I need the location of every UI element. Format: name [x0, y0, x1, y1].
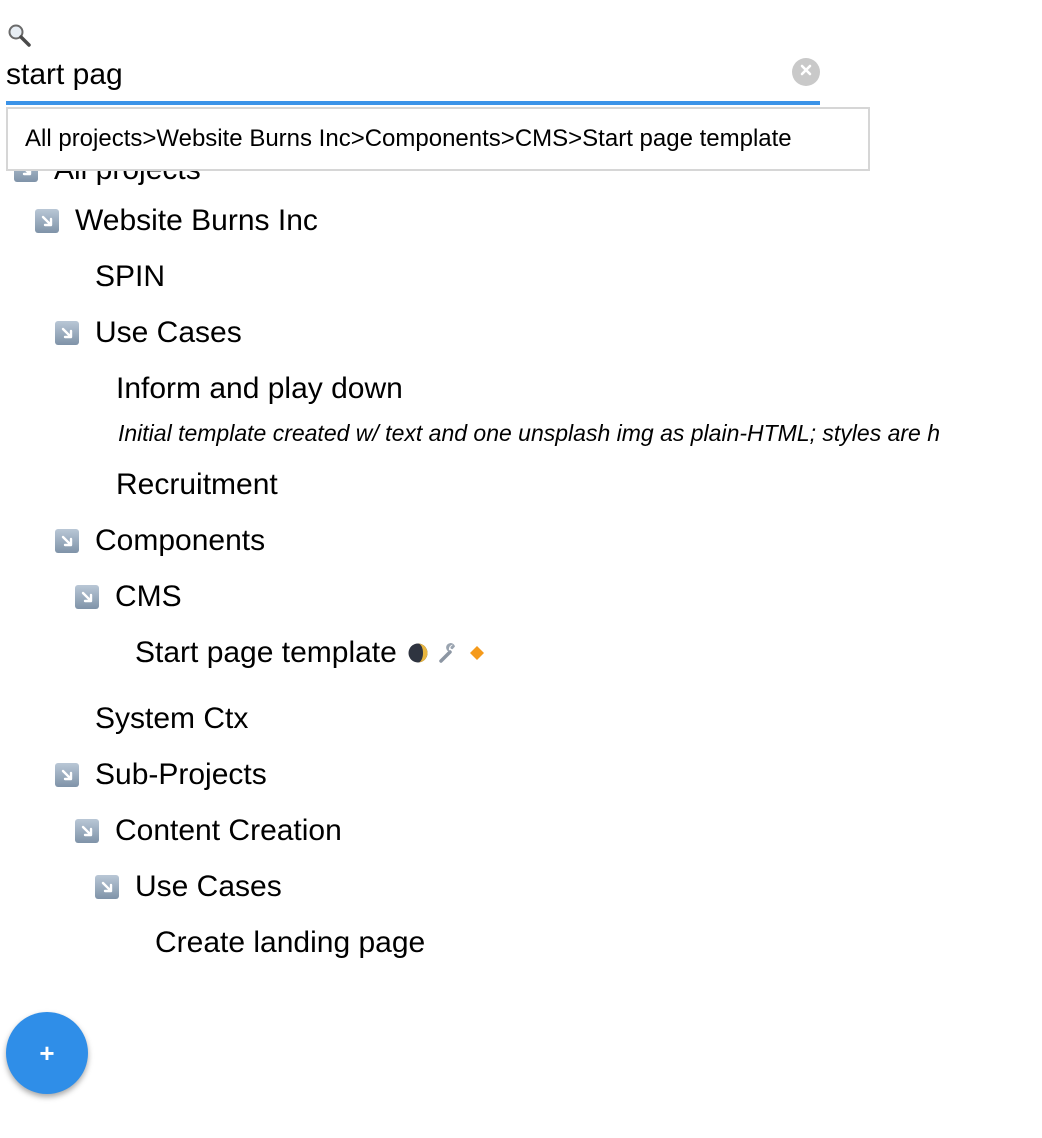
tree-item-sub-projects[interactable]: Sub-Projects	[55, 755, 267, 795]
expand-toggle-icon[interactable]	[55, 763, 79, 787]
tree-item-label: Recruitment	[116, 468, 278, 501]
suggestion-separator: >	[350, 125, 365, 152]
clear-icon	[799, 63, 813, 82]
search-input[interactable]	[6, 48, 820, 102]
tree-item-label: Start page template	[135, 636, 397, 669]
suggestion-crumb: All projects	[25, 125, 143, 152]
tree-item-label: Create landing page	[155, 926, 426, 959]
expand-toggle-icon[interactable]	[55, 529, 79, 553]
tree-item-website-burns-inc[interactable]: Website Burns Inc	[35, 201, 318, 241]
suggestion-crumb: CMS	[514, 125, 569, 152]
clear-search-button[interactable]	[792, 58, 820, 86]
expand-toggle-icon[interactable]	[35, 209, 59, 233]
add-button[interactable]: +	[6, 1012, 88, 1094]
tree-item-label: Use Cases	[95, 316, 242, 349]
tree-item-note: Initial template created w/ text and one…	[118, 420, 941, 446]
tree-item-label: SPIN	[95, 260, 166, 293]
search-suggestion[interactable]: All projects > Website Burns Inc > Component…	[6, 107, 870, 171]
tree-item-create-landing-page[interactable]: Create landing page	[155, 923, 425, 963]
expand-toggle-icon[interactable]	[75, 585, 99, 609]
tree-item-spin[interactable]: SPIN	[95, 257, 165, 297]
expand-toggle-icon[interactable]	[55, 321, 79, 345]
suggestion-crumb: Start page template	[582, 125, 792, 152]
suggestion-separator: >	[500, 125, 515, 152]
tree-item-use-cases[interactable]: Use Cases	[55, 313, 242, 353]
tree-item-system-ctx[interactable]: System Ctx	[95, 699, 248, 739]
tree-item-components[interactable]: Components	[55, 521, 265, 561]
suggestion-crumb: Website Burns Inc	[156, 125, 351, 152]
wrench-icon	[437, 642, 459, 664]
tree-item-label: Use Cases	[135, 870, 282, 903]
project-tree-page: All projects>Website Burns Inc>Component…	[0, 0, 1042, 1138]
tree-item-recruitment[interactable]: Recruitment	[116, 465, 278, 505]
tree-item-label: Content Creation	[115, 814, 342, 847]
tree-item-cms[interactable]: CMS	[75, 577, 182, 617]
tree-item-label: Inform and play down	[116, 372, 403, 405]
tree-item-inform-and-play-down[interactable]: Inform and play down	[116, 369, 403, 409]
tree-item-start-page-template[interactable]: Start page template	[135, 633, 495, 673]
status-badges	[407, 642, 495, 664]
search-underline	[6, 101, 820, 105]
tree-item-content-creation[interactable]: Content Creation	[75, 811, 342, 851]
moon-icon	[407, 642, 429, 664]
tree-item-label: System Ctx	[95, 702, 249, 735]
suggestion-separator: >	[568, 125, 583, 152]
diamond-icon	[467, 643, 487, 663]
tree-item-label: CMS	[115, 580, 182, 613]
expand-toggle-icon[interactable]	[75, 819, 99, 843]
plus-icon: +	[39, 1037, 55, 1068]
suggestion-crumb: Components	[364, 125, 501, 152]
tree-item-label: Website Burns Inc	[75, 204, 318, 237]
magnifier-icon	[6, 22, 32, 48]
tree-item-label: Components	[95, 524, 266, 557]
tree-item-label: Sub-Projects	[95, 758, 267, 791]
tree-item-use-cases-sub[interactable]: Use Cases	[95, 867, 282, 907]
expand-toggle-icon[interactable]	[95, 875, 119, 899]
suggestion-separator: >	[142, 125, 157, 152]
